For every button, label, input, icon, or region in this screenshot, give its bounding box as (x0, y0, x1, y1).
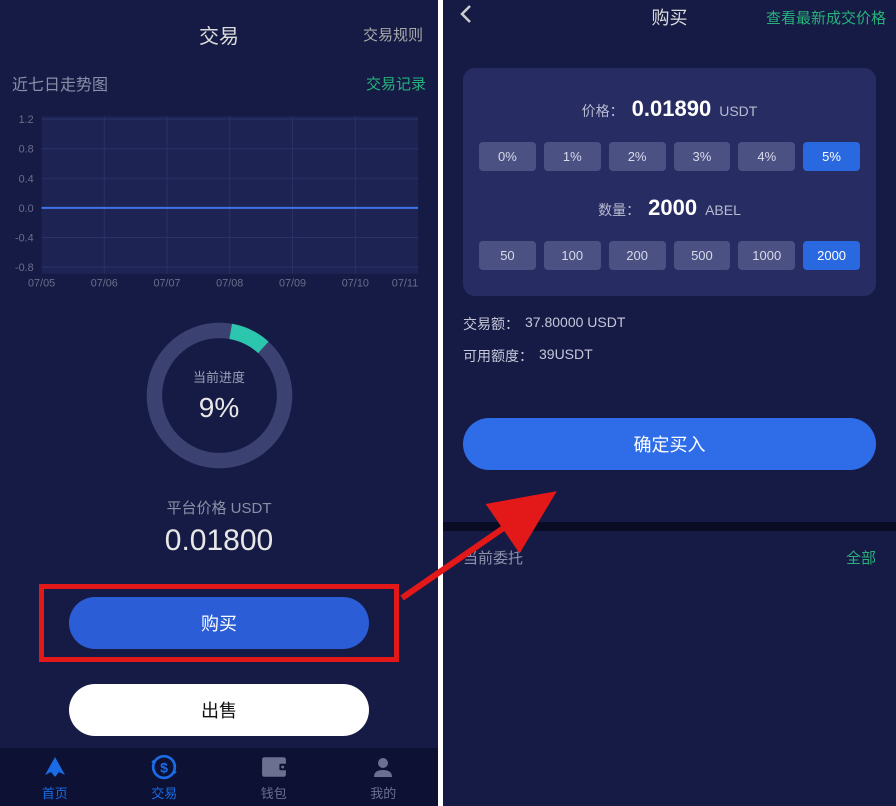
tab-wallet[interactable]: 钱包 (260, 754, 288, 802)
price-value: 0.01890 (632, 96, 712, 122)
pct-chip-1pct[interactable]: 1% (544, 142, 601, 171)
progress-donut: 当前进度 9% (142, 318, 297, 473)
trend-chart: 1.2 0.8 0.4 0.0 -0.4 -0.8 (0, 105, 438, 300)
y-tick: 0.4 (19, 173, 34, 185)
tab-bar: 首页 $ 交易 钱包 我的 (0, 748, 438, 806)
page-title: 交易 (199, 20, 239, 49)
qty-chip-200[interactable]: 200 (609, 241, 666, 270)
pct-chip-3pct[interactable]: 3% (674, 142, 731, 171)
y-tick: 1.2 (19, 114, 34, 126)
tab-label: 首页 (42, 783, 68, 802)
rules-link[interactable]: 交易规则 (363, 24, 423, 45)
qty-unit: ABEL (705, 202, 741, 218)
qty-label: 数量： (598, 200, 640, 220)
trade-icon: $ (150, 754, 178, 780)
tab-home[interactable]: 首页 (41, 754, 69, 802)
qty-chip-100[interactable]: 100 (544, 241, 601, 270)
pct-chip-4pct[interactable]: 4% (738, 142, 795, 171)
qty-value: 2000 (648, 195, 697, 221)
x-tick: 07/05 (28, 278, 55, 290)
profile-icon (369, 754, 397, 780)
price-value: 0.01800 (0, 524, 438, 558)
y-tick: -0.4 (15, 232, 34, 244)
qty-chip-500[interactable]: 500 (674, 241, 731, 270)
tab-label: 钱包 (261, 783, 287, 802)
tab-trade[interactable]: $ 交易 (150, 754, 178, 802)
y-tick: 0.0 (19, 203, 34, 215)
home-icon (41, 754, 69, 780)
donut-label: 当前进度 (193, 367, 245, 386)
back-icon[interactable] (453, 4, 479, 30)
tab-profile[interactable]: 我的 (369, 754, 397, 802)
qty-chip-2000[interactable]: 2000 (803, 241, 860, 270)
tab-label: 交易 (151, 783, 177, 802)
tab-label: 我的 (370, 783, 396, 802)
donut-value: 9% (199, 392, 239, 424)
latest-price-link[interactable]: 查看最新成交价格 (766, 7, 886, 28)
x-tick: 07/10 (342, 278, 369, 290)
qty-chip-50[interactable]: 50 (479, 241, 536, 270)
y-tick: 0.8 (19, 144, 34, 156)
x-tick: 07/07 (153, 278, 180, 290)
amount-value: 37.80000 USDT (525, 314, 625, 334)
page-title: 购买 (652, 4, 688, 30)
sell-button[interactable]: 出售 (69, 684, 369, 736)
price-label: 价格： (582, 101, 624, 121)
orders-all-link[interactable]: 全部 (846, 547, 876, 568)
trend-label: 近七日走势图 (12, 71, 108, 95)
amount-label: 交易额： (463, 314, 519, 334)
price-label: 平台价格 USDT (0, 497, 438, 518)
records-link[interactable]: 交易记录 (366, 73, 426, 94)
qty-chip-1000[interactable]: 1000 (738, 241, 795, 270)
x-tick: 07/08 (216, 278, 243, 290)
balance-value: 39USDT (539, 346, 593, 366)
annotation-highlight: 购买 (39, 584, 399, 662)
x-tick: 07/09 (279, 278, 306, 290)
order-card: 价格： 0.01890 USDT 0% 1% 2% 3%4% 5% 数量： 2000 A… (463, 68, 876, 296)
x-tick: 07/11 (392, 278, 418, 290)
x-tick: 07/06 (91, 278, 118, 290)
buy-button[interactable]: 购买 (69, 597, 369, 649)
pct-chip-5pct[interactable]: 5% (803, 142, 860, 171)
wallet-icon (260, 754, 288, 780)
confirm-buy-button[interactable]: 确定买入 (463, 418, 876, 470)
balance-label: 可用额度： (463, 346, 533, 366)
orders-title: 当前委托 (463, 547, 523, 568)
svg-text:$: $ (160, 759, 168, 775)
pct-chip-0pct[interactable]: 0% (479, 142, 536, 171)
y-tick: -0.8 (15, 262, 34, 274)
pct-chip-2pct[interactable]: 2% (609, 142, 666, 171)
price-unit: USDT (719, 103, 757, 119)
